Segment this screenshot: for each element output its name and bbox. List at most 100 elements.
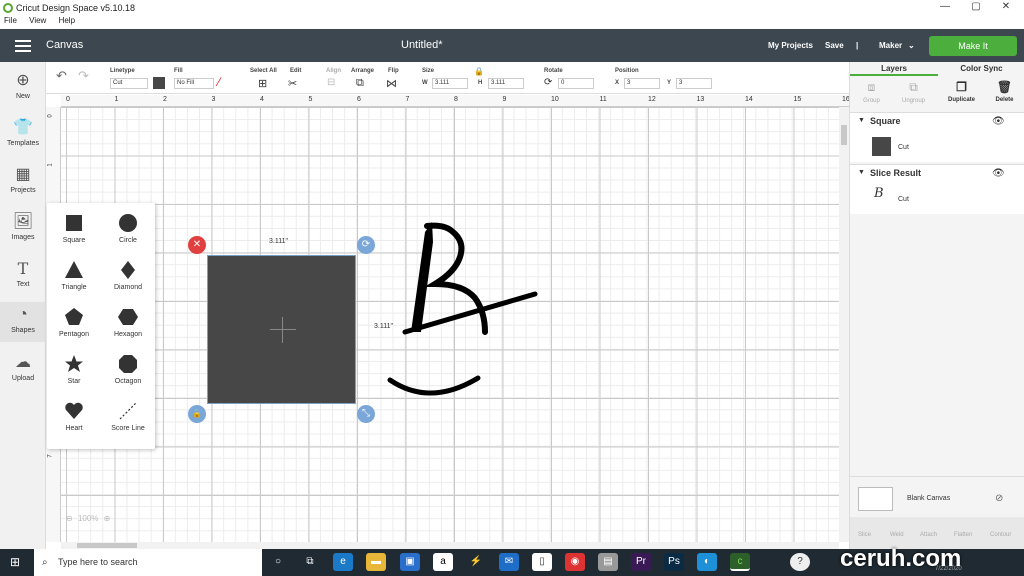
save-link[interactable]: Save (825, 41, 844, 50)
shape-circle-button[interactable]: Circle (101, 203, 155, 250)
machine-select[interactable]: Maker (879, 41, 902, 50)
flatten-button[interactable]: Flatten (954, 532, 972, 538)
attach-button[interactable]: Attach (920, 532, 937, 538)
shape-pentagon-button[interactable]: Pentagon (47, 297, 101, 344)
lock-icon[interactable]: 🔒 (474, 67, 484, 76)
projects-button[interactable]: ▦ Projects (0, 166, 46, 194)
ungroup-button[interactable]: ⧉ Ungroup (896, 80, 931, 104)
tab-color-sync[interactable]: Color Sync (938, 62, 1024, 76)
linetype-select[interactable]: Cut (110, 78, 148, 89)
y-input[interactable]: 3 (676, 78, 712, 89)
taskbar-search[interactable]: ⌕ Type here to search (34, 549, 262, 576)
cortana-icon[interactable]: ○ (268, 553, 288, 571)
width-input[interactable]: 3.111 (432, 78, 468, 89)
shapes-button[interactable]: ◔ Shapes (0, 302, 46, 342)
lock-handle-icon[interactable]: 🔒 (188, 405, 206, 423)
eye-icon[interactable]: 👁 (992, 168, 1005, 179)
shape-triangle-button[interactable]: Triangle (47, 250, 101, 297)
task-view-icon[interactable]: ⧉ (300, 553, 320, 571)
cricut-taskbar-icon[interactable]: c (730, 553, 750, 571)
shape-star-button[interactable]: Star (47, 344, 101, 391)
linetype-color-swatch[interactable] (153, 77, 165, 89)
vertical-scrollbar[interactable] (839, 107, 849, 542)
fill-select[interactable]: No Fill (174, 78, 214, 89)
shape-hexagon-button[interactable]: Hexagon (101, 297, 155, 344)
my-projects-link[interactable]: My Projects (768, 41, 813, 50)
shape-heart-button[interactable]: Heart (47, 391, 101, 438)
redo-icon[interactable]: ↷ (78, 68, 89, 84)
photoshop-icon[interactable]: Ps (664, 553, 684, 571)
layer-group-square[interactable]: ▼ Square 👁 Cut (850, 112, 1024, 162)
chevron-down-icon[interactable]: ⌄ (908, 41, 915, 50)
zoom-control: ⊖ 100% ⊕ (66, 514, 110, 523)
delete-handle-icon[interactable]: ✕ (188, 236, 206, 254)
shape-score-line-button[interactable]: Score Line (101, 391, 155, 438)
upload-button[interactable]: ☁ Upload (0, 354, 46, 382)
menu-help[interactable]: Help (59, 16, 75, 25)
make-it-button[interactable]: Make It (929, 36, 1017, 56)
signature-drawing[interactable] (385, 212, 545, 402)
document-icon[interactable]: ▯ (532, 553, 552, 571)
amazon-icon[interactable]: a (433, 553, 453, 571)
mail-icon[interactable]: ✉ (499, 553, 519, 571)
rotate-handle-icon[interactable]: ⟳ (357, 236, 375, 254)
text-button[interactable]: T Text (0, 260, 46, 289)
zoom-out-icon[interactable]: ⊖ (66, 514, 73, 523)
eye-hidden-icon[interactable]: ⊘ (995, 493, 1003, 504)
app-icon[interactable]: ▤ (598, 553, 618, 571)
duplicate-icon: ❐ (956, 80, 967, 94)
shape-octagon-button[interactable]: Octagon (101, 344, 155, 391)
shape-square-button[interactable]: Square (47, 203, 101, 250)
app-icon[interactable]: ⚡ (466, 553, 486, 571)
rotate-input[interactable]: 0 (558, 78, 594, 89)
help-icon[interactable]: ? (790, 553, 810, 571)
height-input[interactable]: 3.111 (488, 78, 524, 89)
align-icon[interactable]: ⊟ (327, 77, 335, 88)
eye-icon[interactable]: 👁 (992, 116, 1005, 127)
menu-view[interactable]: View (29, 16, 46, 25)
slice-button[interactable]: Slice (858, 532, 871, 538)
edge-icon[interactable]: e (333, 553, 353, 571)
collapse-icon[interactable]: ▼ (858, 117, 865, 124)
templates-button[interactable]: 👕 Templates (0, 119, 46, 147)
tab-layers[interactable]: Layers (850, 62, 938, 76)
y-value: 3 (679, 80, 683, 86)
arrange-icon[interactable]: ⧉ (356, 77, 364, 90)
close-window-icon[interactable]: ✕ (996, 1, 1016, 12)
layer-group-slice-result[interactable]: ▼ Slice Result 👁 B Cut (850, 164, 1024, 214)
blank-canvas-swatch[interactable] (858, 487, 893, 511)
maximize-icon[interactable]: ▢ (966, 1, 986, 12)
fill-value: No Fill (177, 80, 195, 86)
flip-icon[interactable]: ⋈ (386, 77, 397, 90)
horizontal-scrollbar[interactable] (61, 542, 839, 549)
shape-diamond-button[interactable]: Diamond (101, 250, 155, 297)
resize-handle-icon[interactable]: ⤡ (357, 405, 375, 423)
menu-file[interactable]: File (4, 16, 17, 25)
images-button[interactable]: 🖼 Images (0, 213, 46, 241)
windows-start-icon[interactable]: ⊞ (10, 555, 20, 569)
hamburger-menu-icon[interactable] (15, 40, 31, 42)
undo-icon[interactable]: ↶ (56, 68, 67, 84)
no-fill-slash-icon[interactable]: ⁄ (218, 75, 220, 89)
duplicate-button[interactable]: ❐ Duplicate (944, 80, 979, 103)
delete-button[interactable]: 🗑 Delete (987, 80, 1022, 103)
size-label: Size (422, 68, 435, 74)
x-input[interactable]: 3 (624, 78, 660, 89)
weld-button[interactable]: Weld (890, 532, 904, 538)
contour-button[interactable]: Contour (990, 532, 1011, 538)
ruler-tick-label: 7 (47, 453, 54, 458)
file-explorer-icon[interactable]: ▬ (366, 553, 386, 571)
app-icon[interactable]: ◐ (697, 553, 717, 571)
new-button[interactable]: ⊕ New (0, 72, 46, 100)
blank-canvas-row[interactable]: Blank Canvas ⊘ (850, 476, 1024, 516)
group-button[interactable]: ⧈ Group (854, 80, 889, 104)
collapse-icon[interactable]: ▼ (858, 169, 865, 176)
square-shape[interactable] (207, 255, 356, 404)
premiere-icon[interactable]: Pr (631, 553, 651, 571)
zoom-in-icon[interactable]: ⊕ (104, 514, 111, 523)
minimize-icon[interactable]: — (935, 1, 955, 12)
scissors-icon[interactable]: ✂ (288, 77, 297, 90)
select-all-icon[interactable]: ⊞ (258, 77, 267, 90)
store-icon[interactable]: ▣ (400, 553, 420, 571)
chrome-icon[interactable]: ◉ (565, 553, 585, 571)
